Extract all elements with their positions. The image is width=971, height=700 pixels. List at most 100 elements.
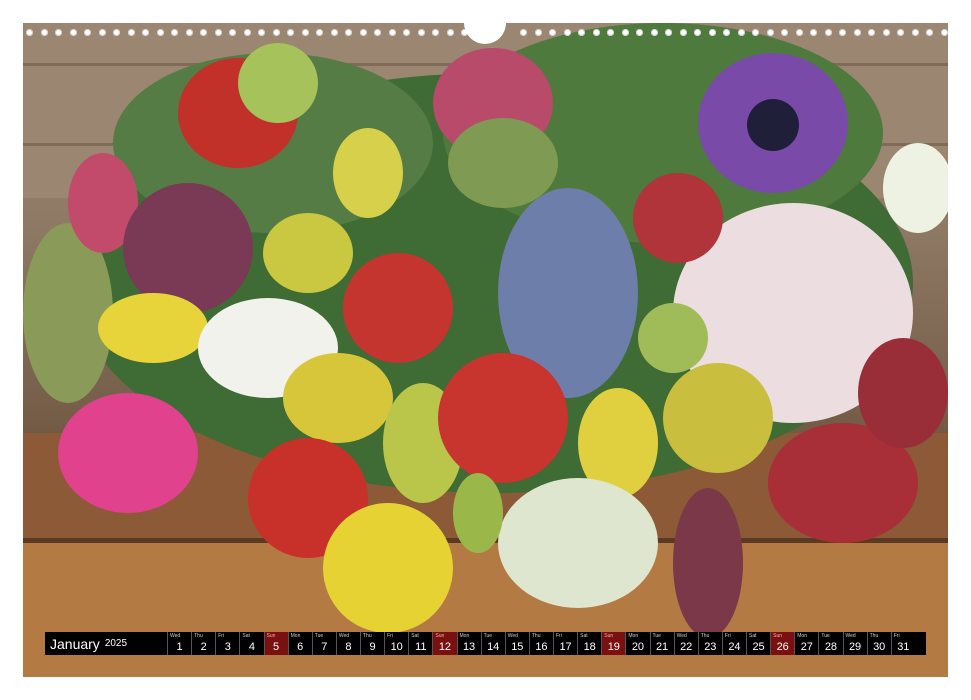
day-number: 28 <box>824 641 838 653</box>
day-cell: Mon 20 <box>625 632 650 655</box>
binding-hole <box>723 29 730 36</box>
day-cell: Sat 18 <box>577 632 602 655</box>
day-cell: Sat 25 <box>746 632 771 655</box>
binding-hole <box>171 29 178 36</box>
binding-hole <box>578 29 585 36</box>
day-number: 31 <box>897 641 910 653</box>
day-weekday: Wed <box>845 633 856 639</box>
day-number: 23 <box>704 641 717 653</box>
binding-hole <box>142 29 149 36</box>
binding-hole <box>127 29 135 36</box>
day-cell: Sun 5 <box>263 632 288 655</box>
binding-hole <box>534 29 542 36</box>
day-cell: Wed 8 <box>335 632 360 655</box>
binding-hole <box>926 29 933 36</box>
day-cell: Wed 29 <box>842 632 867 655</box>
day-weekday: Thu <box>194 633 203 639</box>
binding-hole <box>26 29 33 36</box>
binding-hole <box>55 29 62 36</box>
day-number: 24 <box>728 641 741 653</box>
day-cell: Thu 9 <box>360 632 385 655</box>
day-weekday: Wed <box>507 633 518 639</box>
day-weekday: Fri <box>556 633 562 639</box>
binding-hole <box>84 29 91 36</box>
binding-hole <box>520 29 527 36</box>
day-weekday: Wed <box>170 633 181 639</box>
binding-hole <box>795 29 803 36</box>
binding-hole <box>272 29 280 36</box>
binding-hole <box>868 29 875 36</box>
binding-hole <box>69 29 77 36</box>
day-weekday: Fri <box>218 633 225 639</box>
day-cell: Fri 24 <box>721 632 746 655</box>
day-weekday: Sat <box>411 633 419 639</box>
day-weekday: Sun <box>435 633 445 639</box>
binding-hole <box>446 29 454 36</box>
day-cell: Sat 4 <box>239 632 264 655</box>
binding-hole <box>229 29 236 36</box>
binding-hole <box>708 29 716 36</box>
day-weekday: Sun <box>773 633 783 639</box>
binding-hole <box>621 29 629 36</box>
day-weekday: Fri <box>387 633 393 639</box>
binding-hole <box>243 29 251 36</box>
day-cell: Wed 1 <box>167 632 192 655</box>
binding-hole <box>156 29 164 36</box>
binding-hole <box>592 29 600 36</box>
binding-hole <box>781 29 788 36</box>
binding-hole <box>287 29 294 36</box>
binding-hole <box>345 29 352 36</box>
day-weekday: Wed <box>676 633 687 639</box>
day-cell: Fri 31 <box>890 632 915 655</box>
day-weekday: Thu <box>700 633 710 639</box>
day-weekday: Sat <box>242 633 250 639</box>
day-weekday: Sat <box>749 633 757 639</box>
day-cell: Sun 12 <box>432 632 457 655</box>
day-number: 2 <box>200 641 207 653</box>
binding-hole <box>388 29 396 36</box>
flower-bouquet-photo <box>23 23 948 677</box>
binding-hole <box>359 29 367 36</box>
day-number: 4 <box>248 641 255 653</box>
day-cell: Mon 6 <box>287 632 312 655</box>
day-cell: Wed 22 <box>673 632 698 655</box>
month-label: January 2025 <box>45 632 167 655</box>
day-cell: Tue 28 <box>818 632 843 655</box>
day-number: 18 <box>583 641 596 653</box>
day-weekday: Mon <box>459 633 470 639</box>
year-label: 2025 <box>104 638 128 649</box>
binding-hole <box>98 29 106 36</box>
day-number: 20 <box>631 641 645 653</box>
binding-hole <box>374 29 381 36</box>
day-weekday: Wed <box>338 633 350 639</box>
binding-hole <box>694 29 701 36</box>
binding-hole <box>403 29 410 36</box>
day-weekday: Sun <box>266 633 276 639</box>
day-cell: Thu 16 <box>528 632 553 655</box>
day-number: 11 <box>415 641 427 653</box>
binding-hole <box>824 29 832 36</box>
binding-hole <box>301 29 309 36</box>
binding-hole <box>40 29 48 36</box>
binding-hole <box>185 29 193 36</box>
day-cell: Thu 23 <box>697 632 722 655</box>
day-cell: Wed 15 <box>504 632 529 655</box>
day-cell: Mon 13 <box>456 632 481 655</box>
binding-hole <box>417 29 425 36</box>
day-cell: Thu 2 <box>191 632 216 655</box>
binding-hole <box>258 29 265 36</box>
binding-hole <box>563 29 571 36</box>
day-number: 19 <box>607 641 620 653</box>
binding-hole <box>607 29 614 36</box>
day-weekday: Mon <box>290 633 301 639</box>
calendar-bar: January 2025 Wed 1 Thu 2 Fri 3 Sat 4 Sun 5 Mon 6 Tue… <box>45 632 926 655</box>
binding-hole <box>432 29 439 36</box>
binding-hole <box>766 29 774 36</box>
day-weekday: Fri <box>724 633 731 639</box>
day-cell: Sun 26 <box>770 632 795 655</box>
day-number: 22 <box>680 641 693 653</box>
day-number: 30 <box>873 641 886 653</box>
day-cell: Tue 21 <box>649 632 674 655</box>
binding-hole <box>810 29 817 36</box>
day-weekday: Mon <box>797 633 807 639</box>
